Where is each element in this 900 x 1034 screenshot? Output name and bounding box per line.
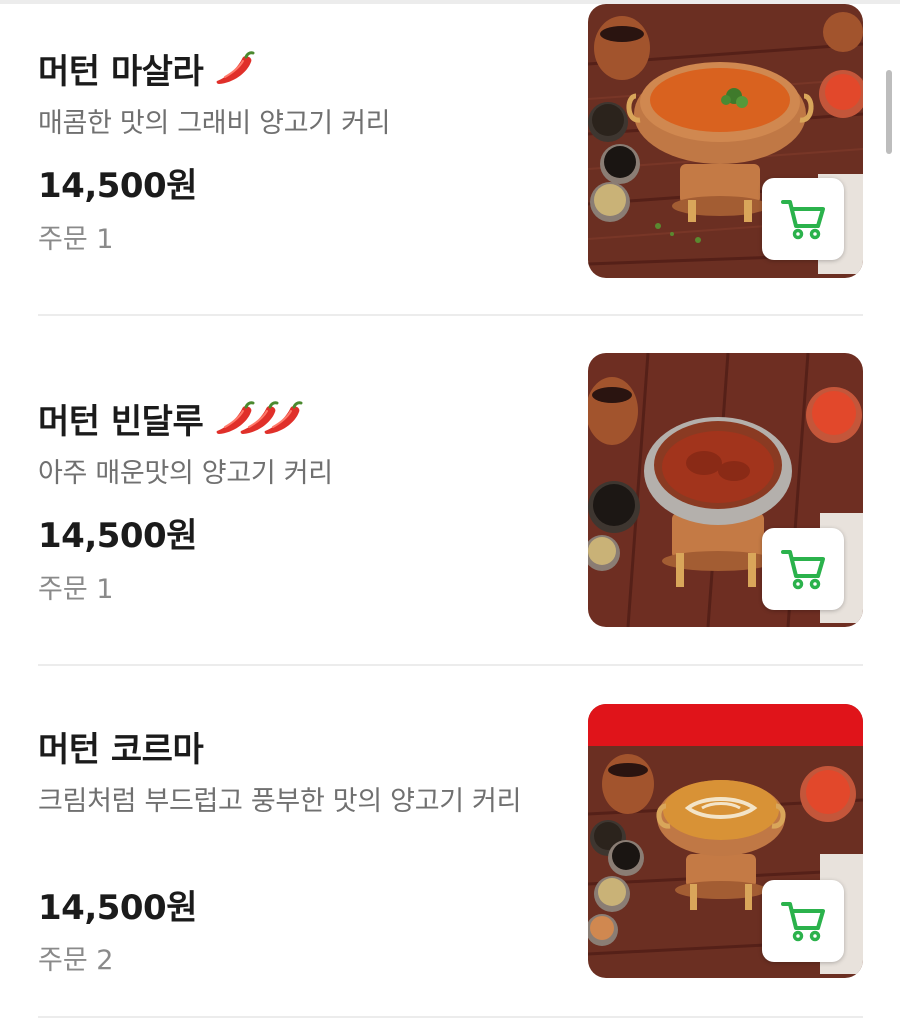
item-price: 14,500원 (38, 166, 197, 206)
spice-indicator (213, 400, 305, 437)
item-name: 머턴 코르마 (38, 722, 204, 771)
add-to-cart-button[interactable] (762, 528, 844, 610)
item-price: 14,500원 (38, 516, 197, 556)
item-order-count: 주문 1 (38, 224, 114, 255)
item-name: 머턴 빈달루 (38, 394, 305, 443)
item-order-count: 주문 2 (38, 945, 114, 976)
spice-indicator (213, 50, 257, 87)
curry-sauce (650, 68, 790, 132)
item-name-text: 머턴 빈달루 (38, 402, 204, 442)
menu-item-mutton-masala[interactable]: 머턴 마살라 매콤한 맛의 그래비 양고기 커리 14,500원 주문 1 (0, 0, 900, 316)
menu-item-mutton-vindaloo[interactable]: 머턴 빈달루 아주 매운맛의 양고기 커리 14,500원 주문 1 (0, 316, 900, 666)
item-description: 매콤한 맛의 그래비 양고기 커리 (38, 108, 391, 139)
curry-sauce (663, 780, 779, 840)
item-name-text: 머턴 코르마 (38, 730, 204, 770)
item-description: 크림처럼 부드럽고 풍부한 맛의 양고기 커리 (38, 786, 522, 817)
item-name: 머턴 마살라 (38, 44, 257, 93)
scrollbar[interactable] (886, 70, 892, 154)
item-description: 아주 매운맛의 양고기 커리 (38, 458, 333, 489)
add-to-cart-button[interactable] (762, 178, 844, 260)
chili-pepper-icon (264, 400, 303, 434)
item-divider (38, 1016, 863, 1018)
cart-icon (781, 902, 825, 942)
add-to-cart-button[interactable] (762, 880, 844, 962)
cart-icon (781, 200, 825, 240)
item-order-count: 주문 1 (38, 574, 114, 605)
cart-icon (781, 550, 825, 590)
item-name-text: 머턴 마살라 (38, 52, 204, 92)
item-price: 14,500원 (38, 888, 197, 928)
chili-pepper-icon (216, 50, 255, 84)
menu-item-mutton-korma[interactable]: 머턴 코르마 크림처럼 부드럽고 풍부한 맛의 양고기 커리 14,500원 주… (0, 666, 900, 1018)
